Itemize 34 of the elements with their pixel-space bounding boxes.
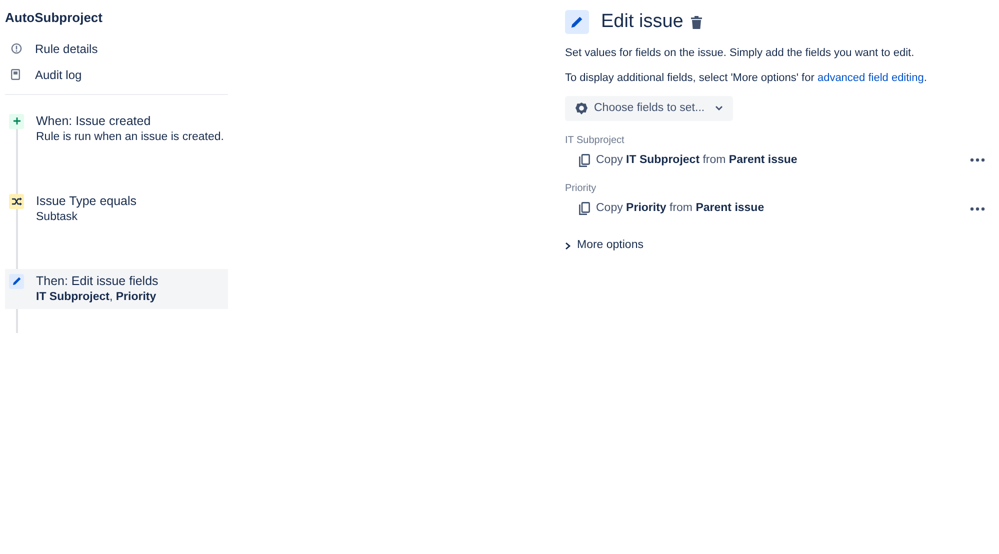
pencil-icon <box>565 10 589 34</box>
rule-title: AutoSubproject <box>5 9 104 27</box>
trash-icon[interactable] <box>691 16 702 29</box>
hint-text: To display additional fields, select 'More options' for advanced field editing. <box>565 71 928 86</box>
field-label: Priority <box>565 182 598 196</box>
sidebar-item[interactable]: Audit log <box>5 62 228 88</box>
field-value: Copy IT Subproject from Parent issue <box>596 152 798 168</box>
copy-icon <box>579 202 590 216</box>
caret-icon <box>714 105 723 112</box>
rule-step[interactable]: When: Issue created Rule is run when an issue is created. <box>5 108 228 148</box>
gear-icon <box>575 102 588 115</box>
plus-icon <box>9 114 24 128</box>
pencil-icon <box>9 274 24 288</box>
chevron-icon <box>565 242 571 250</box>
more-icon[interactable] <box>970 158 985 162</box>
advanced-editing-link[interactable]: advanced field editing <box>817 72 924 84</box>
rule-step[interactable]: Issue Type equals Subtask <box>5 188 228 228</box>
step-title: When: Issue created <box>36 112 152 128</box>
more-icon[interactable] <box>970 206 985 211</box>
sidebar-item[interactable]: Rule details <box>5 36 228 62</box>
step-detail: Subtask <box>36 210 79 224</box>
step-detail: Rule is run when an issue is created. <box>36 130 224 144</box>
field-label: IT Subproject <box>565 134 626 148</box>
rule-step[interactable]: Then: Edit issue fields IT Subproject, Priority <box>5 268 228 308</box>
shuffle-icon <box>9 194 24 208</box>
copy-icon <box>579 154 590 167</box>
step-title: Then: Edit issue fields <box>36 272 158 288</box>
step-detail: IT Subproject, Priority <box>36 290 158 304</box>
description-text: Set values for fields on the issue. Simply add the fields you want to edit. <box>565 46 916 60</box>
choose-fields-button[interactable]: Choose fields to set... <box>565 96 733 121</box>
field-value: Copy Priority from Parent issue <box>596 201 766 216</box>
panel-title: Edit issue <box>601 10 684 34</box>
more-options-toggle[interactable]: More options <box>565 237 644 254</box>
step-title: Issue Type equals <box>36 192 137 208</box>
